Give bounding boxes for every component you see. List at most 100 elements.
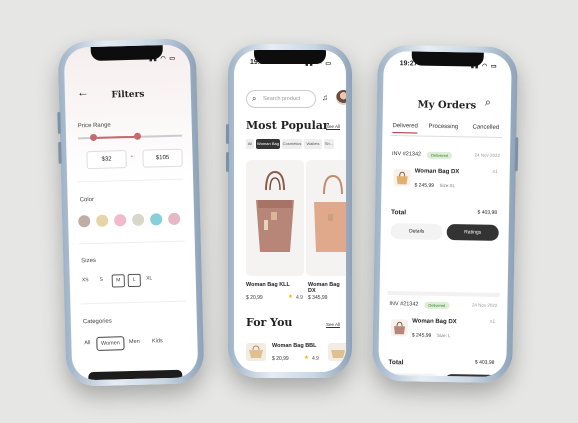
search-input[interactable]: ⌕ Search product [246, 90, 316, 108]
see-all-link[interactable]: See All [326, 124, 340, 129]
for-you-title: For You [246, 316, 293, 329]
color-swatch[interactable] [168, 212, 181, 226]
category-option[interactable]: Men [126, 336, 142, 348]
category-chip[interactable]: Cosmetics [282, 139, 302, 149]
size-option[interactable]: XS [80, 275, 91, 286]
product-card[interactable] [306, 160, 346, 276]
divider [77, 178, 184, 183]
avatar[interactable] [336, 90, 346, 105]
total-label: Total [390, 209, 407, 217]
power-button [514, 137, 519, 172]
category-option[interactable]: Kids [149, 335, 165, 347]
tab-cancelled[interactable]: Cancelled [472, 124, 499, 130]
price-range-slider[interactable] [78, 132, 183, 142]
bell-icon[interactable]: ♫ [322, 93, 328, 102]
category-chip[interactable]: Sh... [324, 139, 334, 149]
details-button[interactable]: Details [387, 373, 441, 378]
divider [80, 300, 187, 305]
product-size: Size: L [436, 332, 451, 339]
bag-image [256, 170, 294, 252]
product-price: $ 245,99 [414, 182, 435, 189]
total-label: Total [388, 359, 404, 367]
product-rating: 4.9 [312, 356, 319, 362]
orders-screen: 19:27 ▮▮ ◠ ▭ My Orders ⌕ Delivered Proces… [378, 50, 512, 378]
category-chip[interactable]: Wallets [304, 139, 322, 149]
product-name: Woman Bag BBL [272, 343, 317, 349]
color-label: Color [79, 196, 95, 204]
price-range-label: Price Range [77, 122, 111, 130]
phone-home: 19:27▮▮ ◠ ▭ ⌕ Search product ♫ Most Popu… [226, 44, 352, 378]
phone-orders: 19:27 ▮▮ ◠ ▭ My Orders ⌕ Delivered Proces… [372, 44, 519, 384]
order-date: 24 Nov 2022 [471, 302, 498, 308]
product-thumbnail[interactable] [246, 343, 266, 361]
tab-underline [390, 135, 503, 138]
product-quantity: x1 [492, 168, 498, 175]
status-badge: Delivered [424, 301, 450, 310]
divider [78, 240, 185, 245]
product-thumbnail[interactable] [328, 343, 346, 361]
home-screen: 19:27▮▮ ◠ ▭ ⌕ Search product ♫ Most Popu… [234, 50, 346, 372]
size-option[interactable]: XL [144, 273, 155, 284]
product-price: $ 345,99 [308, 295, 328, 301]
product-name: Woman Bag DX [414, 168, 460, 176]
size-option[interactable]: L [127, 273, 141, 288]
category-chip[interactable]: Woman Bag [256, 139, 280, 149]
search-icon: ⌕ [252, 94, 257, 103]
size-option[interactable]: M [111, 274, 125, 288]
search-placeholder: Search product [263, 96, 301, 102]
total-value: $ 403,98 [477, 209, 498, 216]
total-value: $ 403,98 [474, 359, 495, 366]
color-swatch[interactable] [132, 213, 145, 226]
page-title: Filters [111, 89, 145, 101]
product-quantity: x1 [489, 318, 496, 325]
product-name: Woman Bag KLL [246, 282, 290, 288]
category-option[interactable]: Women [96, 336, 125, 351]
product-thumbnail [390, 319, 409, 337]
color-swatch[interactable] [78, 215, 91, 228]
max-price-field[interactable]: $105 [142, 148, 183, 168]
notch [90, 45, 163, 61]
invoice-number: INV #21342 [391, 151, 422, 158]
min-price-field[interactable]: $32 [86, 150, 127, 170]
status-badge: Delivered [426, 151, 452, 160]
product-card[interactable] [246, 160, 304, 276]
product-rating: 4.9 [296, 295, 303, 301]
page-title: My Orders [417, 99, 477, 112]
category-option[interactable]: All [81, 337, 93, 349]
order-date: 24 Nov 2022 [474, 152, 501, 158]
product-name: Woman Bag DX [308, 282, 340, 294]
product-price: $ 20,99 [246, 295, 263, 301]
phone-filters: ▮▮ ◠ ▭ ← Filters Price Range $32 - $105 … [57, 38, 205, 387]
notch [254, 50, 326, 64]
product-price: $ 20,99 [272, 356, 289, 362]
sizes-label: Sizes [81, 257, 97, 265]
ratings-button[interactable]: Ratings [443, 374, 497, 378]
color-swatch[interactable] [96, 214, 109, 227]
tab-processing[interactable]: Processing [428, 124, 458, 131]
most-popular-title: Most Popular [246, 119, 329, 132]
section-separator [387, 291, 500, 297]
volume-button [226, 124, 229, 144]
invoice-number: INV #21342 [389, 301, 419, 308]
slider-min-handle[interactable] [90, 133, 98, 142]
ratings-button[interactable]: Ratings [446, 224, 499, 241]
color-swatch[interactable] [150, 213, 163, 226]
volume-button [57, 111, 61, 134]
color-swatch[interactable] [114, 214, 127, 227]
details-button[interactable]: Details [390, 223, 443, 240]
size-option[interactable]: S [96, 275, 107, 286]
category-chip[interactable]: All [246, 139, 254, 149]
product-thumbnail [393, 169, 411, 187]
bag-image [314, 174, 346, 252]
tab-delivered[interactable]: Delivered [392, 123, 418, 134]
filters-screen: ▮▮ ◠ ▭ ← Filters Price Range $32 - $105 … [63, 44, 199, 381]
slider-max-handle[interactable] [134, 132, 142, 140]
see-all-link[interactable]: See All [326, 322, 340, 327]
volume-button [226, 152, 229, 172]
product-name: Woman Bag DX [412, 318, 457, 326]
apply-button[interactable] [88, 369, 183, 381]
price-separator: - [130, 152, 133, 160]
volume-button [58, 141, 62, 164]
product-size: Size:XL [439, 182, 456, 189]
search-icon[interactable]: ⌕ [485, 97, 491, 110]
